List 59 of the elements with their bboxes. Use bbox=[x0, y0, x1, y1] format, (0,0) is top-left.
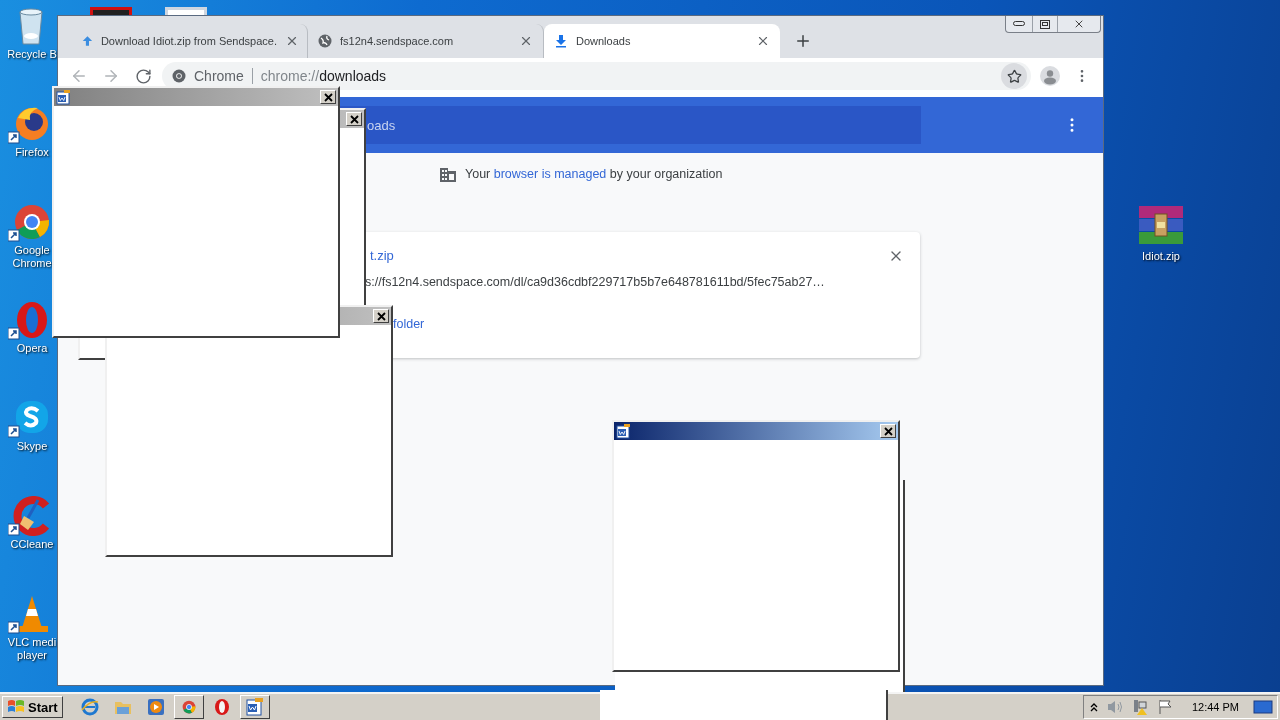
bookmark-button[interactable] bbox=[1001, 63, 1027, 89]
close-icon[interactable] bbox=[756, 34, 770, 48]
flag-icon[interactable] bbox=[1157, 699, 1174, 715]
document-icon bbox=[244, 698, 265, 716]
download-icon bbox=[554, 34, 568, 48]
close-icon[interactable] bbox=[285, 34, 299, 48]
opera-icon bbox=[212, 698, 231, 716]
profile-icon[interactable] bbox=[1040, 66, 1060, 86]
desktop-icon-label[interactable]: Opera bbox=[6, 342, 58, 355]
network-warning-icon[interactable] bbox=[1131, 699, 1150, 715]
upload-arrow-icon bbox=[82, 34, 93, 48]
site-label: Chrome bbox=[194, 68, 244, 84]
windows-logo-icon bbox=[7, 699, 25, 715]
building-icon bbox=[439, 166, 457, 182]
folder-icon bbox=[113, 699, 132, 715]
plus-icon[interactable] bbox=[794, 32, 812, 50]
desktop-icon-label[interactable]: CCleane bbox=[6, 538, 58, 551]
close-button[interactable] bbox=[880, 424, 896, 438]
app-icon[interactable] bbox=[90, 7, 132, 15]
play-icon bbox=[146, 698, 165, 716]
taskbar-app-button[interactable] bbox=[239, 695, 270, 719]
close-button[interactable] bbox=[320, 90, 336, 104]
browser-tab[interactable]: Downloads bbox=[544, 24, 780, 58]
taskbar-app-button[interactable] bbox=[173, 695, 204, 719]
close-icon[interactable] bbox=[519, 34, 533, 48]
chevron-up-icon[interactable] bbox=[1089, 702, 1098, 712]
title-bar[interactable] bbox=[614, 422, 898, 440]
managed-notice: Your browser is managed by your organization bbox=[465, 167, 723, 181]
globe-icon bbox=[318, 34, 332, 48]
close-icon bbox=[349, 114, 359, 124]
start-button[interactable]: Start bbox=[2, 696, 63, 718]
close-button[interactable] bbox=[373, 309, 389, 323]
desktop-icon-label[interactable]: Recycle B bbox=[6, 48, 58, 61]
show-desktop-icon[interactable] bbox=[1253, 699, 1273, 715]
reload-icon[interactable] bbox=[134, 67, 152, 85]
title-bar[interactable] bbox=[54, 88, 338, 106]
desktop-icon-label[interactable]: Skype bbox=[6, 440, 58, 453]
managed-link[interactable]: browser is managed bbox=[493, 167, 607, 181]
document-icon bbox=[56, 89, 71, 105]
close-icon bbox=[1073, 18, 1085, 30]
maximize-icon bbox=[1040, 19, 1050, 29]
archive-icon[interactable] bbox=[1137, 204, 1185, 246]
url-text: chrome://downloads bbox=[260, 68, 388, 84]
browser-e-icon bbox=[80, 698, 99, 716]
close-icon bbox=[376, 311, 386, 321]
show-in-folder-link[interactable]: folder bbox=[393, 317, 425, 331]
chrome-icon bbox=[172, 69, 186, 83]
address-field[interactable]: Chrome chrome://downloads bbox=[162, 62, 1031, 90]
star-icon bbox=[1006, 68, 1022, 84]
document-icon bbox=[616, 423, 631, 439]
desktop-icon-label[interactable]: VLC medi player bbox=[6, 636, 58, 662]
source-url: s://fs12n4.sendspace.com/dl/ca9d36cdbf229717b5b7e648781611bd/5fec75ab27… bbox=[365, 275, 825, 289]
clock[interactable]: 12:44 PM bbox=[1191, 701, 1239, 713]
file-label[interactable]: Idiot.zip bbox=[1142, 250, 1180, 262]
close-icon bbox=[323, 92, 333, 102]
file-link[interactable]: t.zip bbox=[370, 248, 394, 263]
close-button[interactable] bbox=[346, 112, 362, 126]
close-icon bbox=[883, 426, 893, 436]
minimize-icon bbox=[1013, 21, 1025, 27]
